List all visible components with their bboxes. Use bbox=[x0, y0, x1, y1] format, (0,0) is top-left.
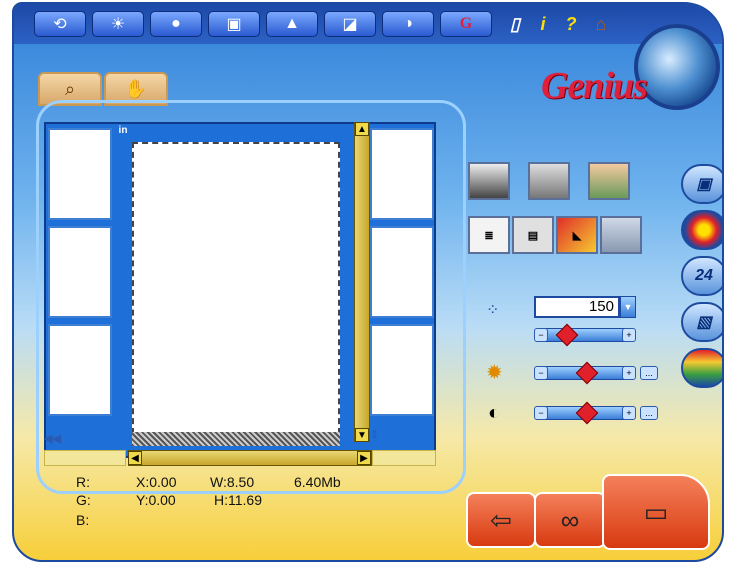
hand-icon: ✋ bbox=[124, 78, 148, 99]
inch-badge: in bbox=[115, 124, 131, 138]
clipboard-icon[interactable]: ▯ bbox=[504, 13, 526, 35]
scanner-icon: ▭ bbox=[643, 496, 669, 527]
scan-refresh-icon[interactable]: ⟲ bbox=[34, 11, 86, 37]
thumbnail-right-3[interactable] bbox=[370, 324, 434, 416]
blue-label: B: bbox=[76, 512, 90, 528]
portrait-icon: ▧ bbox=[696, 314, 712, 331]
document-type-photo-icon[interactable] bbox=[600, 216, 642, 254]
mode-color-icon[interactable] bbox=[588, 162, 630, 200]
scan-boundary-hatch bbox=[132, 432, 340, 446]
slider-knob[interactable] bbox=[575, 401, 599, 425]
slider-minus-icon[interactable]: − bbox=[534, 406, 548, 420]
document-type-text-icon[interactable]: ≣ bbox=[468, 216, 510, 254]
scroll-up-arrow-icon[interactable]: ▲ bbox=[355, 122, 369, 136]
resolution-input[interactable]: 150 bbox=[534, 296, 620, 318]
home-icon[interactable]: ⌂ bbox=[590, 13, 612, 35]
ruler-arrows-icon: ◀◀ bbox=[44, 433, 61, 445]
lightbulb-icon[interactable]: ☀ bbox=[92, 11, 144, 37]
thumbnail-left-3[interactable] bbox=[48, 324, 112, 416]
ruler-bar-left bbox=[44, 450, 126, 466]
thumbnail-left-1[interactable] bbox=[48, 128, 112, 220]
thumbnail-right-2[interactable] bbox=[370, 226, 434, 318]
slider-minus-icon[interactable]: − bbox=[534, 328, 548, 342]
help-icon[interactable]: ? bbox=[560, 13, 582, 35]
document-type-chart-icon[interactable]: ◣ bbox=[556, 216, 598, 254]
rainbow-button[interactable] bbox=[681, 348, 722, 388]
y-coordinate: Y:0.00 bbox=[136, 492, 176, 508]
auto-crop-button[interactable]: ▣ bbox=[681, 164, 722, 204]
bit-depth-label: 24 bbox=[695, 267, 713, 284]
dashed-frame-icon: ▣ bbox=[696, 176, 712, 193]
preview-button[interactable]: ∞ bbox=[534, 492, 606, 548]
magnifier-icon: ⌕ bbox=[64, 78, 76, 99]
exit-door-icon: ⇦ bbox=[490, 504, 512, 535]
contrast-more-button[interactable]: ... bbox=[640, 406, 658, 420]
brightness-more-button[interactable]: ... bbox=[640, 366, 658, 380]
vertical-scrollbar[interactable] bbox=[354, 122, 370, 442]
ruler-bar-right bbox=[372, 450, 436, 466]
mode-grayscale-icon[interactable] bbox=[528, 162, 570, 200]
scroll-left-arrow-icon[interactable]: ◀ bbox=[128, 451, 142, 465]
mode-lineart-icon[interactable] bbox=[468, 162, 510, 200]
horizontal-scrollbar[interactable] bbox=[128, 450, 372, 466]
exit-button[interactable]: ⇦ bbox=[466, 492, 536, 548]
bit-depth-button[interactable]: 24 bbox=[681, 256, 722, 296]
x-coordinate: X:0.00 bbox=[136, 474, 177, 490]
g-letter-icon[interactable]: G bbox=[440, 11, 492, 37]
vertical-ruler-icon: ⇕ bbox=[370, 429, 380, 441]
slider-knob[interactable] bbox=[575, 361, 599, 385]
resolution-dropdown-icon[interactable]: ▼ bbox=[620, 296, 636, 318]
scroll-right-arrow-icon[interactable]: ▶ bbox=[357, 451, 371, 465]
info-icon[interactable]: i bbox=[532, 13, 554, 35]
contrast-slider[interactable] bbox=[534, 401, 636, 425]
brand-logo: Genius bbox=[541, 65, 648, 107]
red-label: R: bbox=[76, 474, 90, 490]
contrast-eye-icon[interactable]: ◑ bbox=[382, 11, 434, 37]
resolution-slider[interactable] bbox=[534, 323, 636, 347]
file-size: 6.40Mb bbox=[294, 474, 341, 490]
scroll-down-arrow-icon[interactable]: ▼ bbox=[355, 428, 369, 442]
width-value: W:8.50 bbox=[210, 474, 255, 490]
document-type-newspaper-icon[interactable]: ▤ bbox=[512, 216, 554, 254]
scanner-app-window: ⟲ ☀ ● ▣ ▲ ◪ ◑ G ▯ i ? ⌂ Genius ⌕ ✋ in ▲ … bbox=[12, 2, 724, 562]
contrast-icon: ◐ bbox=[488, 402, 501, 424]
scan-preview-canvas[interactable] bbox=[132, 142, 340, 434]
slider-knob[interactable] bbox=[555, 323, 579, 347]
green-label: G: bbox=[76, 492, 91, 508]
brightness-slider[interactable] bbox=[534, 361, 636, 385]
color-triangle-icon[interactable]: ▲ bbox=[266, 11, 318, 37]
red-square-icon[interactable]: ◪ bbox=[324, 11, 376, 37]
slider-minus-icon[interactable]: − bbox=[534, 366, 548, 380]
thumbnail-right-1[interactable] bbox=[370, 128, 434, 220]
height-value: H:11.69 bbox=[214, 492, 262, 508]
resolution-icon: ⁘ bbox=[486, 302, 500, 319]
brightness-icon: ✹ bbox=[486, 362, 503, 384]
coordinates-panel: R: G: B: X:0.00 Y:0.00 W:8.50 H:11.69 6.… bbox=[44, 470, 454, 548]
slider-plus-icon[interactable]: + bbox=[622, 328, 636, 342]
thumbnail-left-2[interactable] bbox=[48, 226, 112, 318]
top-toolbar: ⟲ ☀ ● ▣ ▲ ◪ ◑ G ▯ i ? ⌂ bbox=[14, 4, 722, 44]
crop-frame-icon[interactable]: ▣ bbox=[208, 11, 260, 37]
image-view-button[interactable]: ▧ bbox=[681, 302, 722, 342]
slider-plus-icon[interactable]: + bbox=[622, 406, 636, 420]
sphere-icon[interactable]: ● bbox=[150, 11, 202, 37]
slider-plus-icon[interactable]: + bbox=[622, 366, 636, 380]
color-balance-button[interactable] bbox=[681, 210, 722, 250]
glasses-icon: ∞ bbox=[560, 504, 580, 535]
scan-button[interactable]: ▭ bbox=[602, 474, 710, 550]
